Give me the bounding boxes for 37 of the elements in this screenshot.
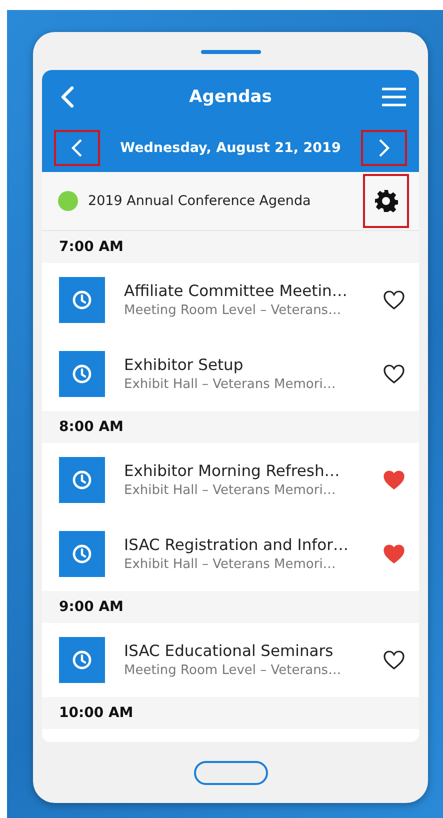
agenda-selector[interactable]: 2019 Annual Conference Agenda xyxy=(42,172,419,231)
time-header: 8:00 AM xyxy=(42,411,419,443)
session-location: Meeting Room Level – Veterans… xyxy=(124,303,342,318)
date-label: Wednesday, August 21, 2019 xyxy=(120,140,341,156)
session-location: Exhibit Hall – Veterans Memori… xyxy=(124,377,336,392)
session-title: Exhibitor Setup xyxy=(124,356,244,374)
settings-button[interactable] xyxy=(363,174,409,228)
previous-day-button[interactable] xyxy=(54,130,100,166)
screen-title: Agendas xyxy=(189,87,272,107)
heart-outline-icon[interactable] xyxy=(383,290,405,310)
session-title: Affiliate Committee Meetin… xyxy=(124,282,348,300)
speaker-bar xyxy=(200,50,260,54)
session-title: ISAC Registration and Infor… xyxy=(124,536,348,554)
home-button[interactable] xyxy=(194,761,268,785)
heart-outline-icon[interactable] xyxy=(383,650,405,670)
clock-icon xyxy=(59,457,105,503)
heart-outline-icon[interactable] xyxy=(383,364,405,384)
session-location: Exhibit Hall – Veterans Memori… xyxy=(124,557,336,572)
time-header: 9:00 AM xyxy=(42,591,419,623)
clock-icon xyxy=(59,351,105,397)
clock-icon xyxy=(59,637,105,683)
heart-filled-icon[interactable] xyxy=(383,470,405,490)
clock-icon xyxy=(59,531,105,577)
clock-icon xyxy=(59,277,105,323)
settings-icon xyxy=(374,189,398,213)
time-header: 7:00 AM xyxy=(42,231,419,263)
heart-filled-icon[interactable] xyxy=(383,544,405,564)
session-title: Exhibitor Morning Refresh… xyxy=(124,462,340,480)
time-header: 10:00 AM xyxy=(42,697,419,729)
agenda-name: 2019 Annual Conference Agenda xyxy=(88,193,312,209)
session-location: Exhibit Hall – Veterans Memori… xyxy=(124,483,336,498)
next-day-button[interactable] xyxy=(361,130,407,166)
session-title: ISAC Educational Seminars xyxy=(124,642,334,660)
chevron-left-icon xyxy=(71,138,83,158)
menu-icon[interactable] xyxy=(381,87,407,107)
session-location: Meeting Room Level – Veterans… xyxy=(124,663,342,678)
chevron-right-icon xyxy=(378,138,390,158)
